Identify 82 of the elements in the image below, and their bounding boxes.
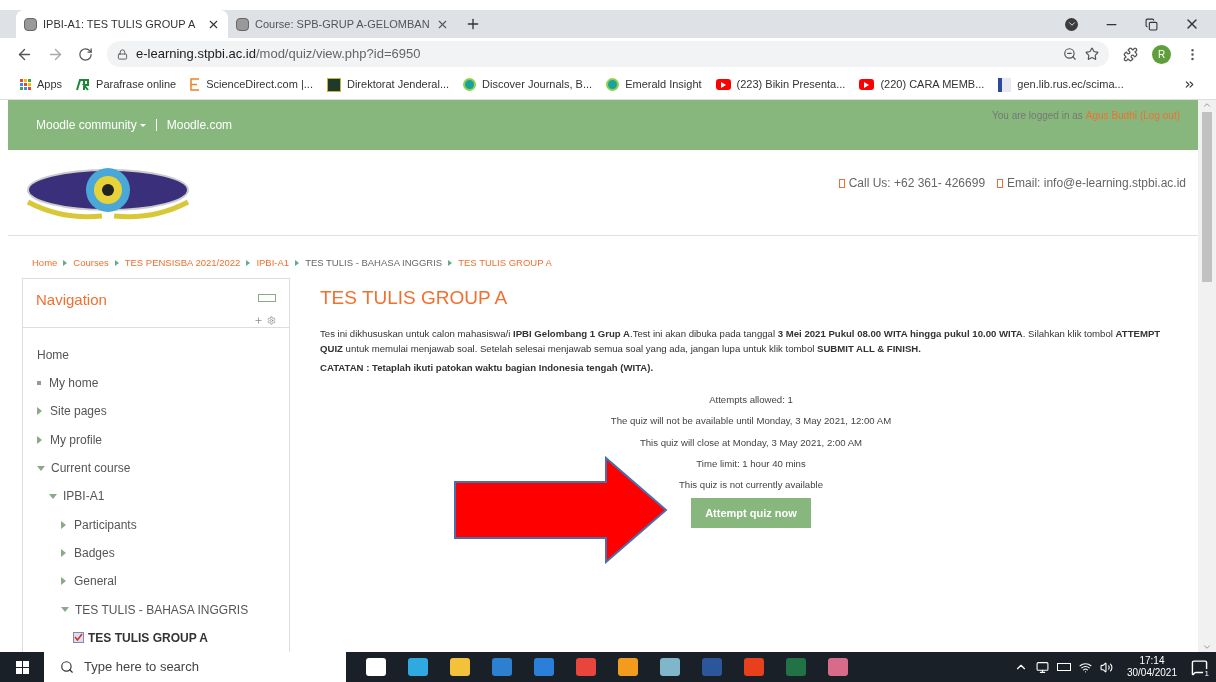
scrollbar-track[interactable] [1198,100,1216,652]
page-icon [24,17,37,31]
bookmark[interactable]: (220) CARA MEMB... [859,76,985,93]
nav-link[interactable]: General [74,572,117,591]
leaf-logo-icon [606,78,620,91]
missing-glyph-icon [838,178,845,188]
quiz-info: The quiz will not be available until Monday, 3 May 2021, 12:00 AM [610,414,892,429]
extensions-icon[interactable] [1123,46,1138,62]
play-logo-icon [859,79,875,90]
dock-icon[interactable] [258,294,276,302]
tab-title: Course: SPB-GRUP A-GELOMBAN [255,16,430,32]
separator-icon [295,260,300,266]
tab-search-icon[interactable] [1065,17,1078,31]
battery-icon[interactable] [1056,663,1071,671]
missing-glyph-icon [997,178,1004,188]
url-text: e-learning.stpbi.ac.id/mod/quiz/view.php?id=6950 [136,45,421,64]
nav-link[interactable]: Home [37,345,69,364]
separator-icon [114,260,119,266]
leaf-logo-icon [463,78,477,91]
nav-link[interactable]: My home [49,374,99,393]
page-icon [236,17,249,31]
nav-link[interactable]: Site pages [50,402,107,421]
volume-icon[interactable] [1099,660,1113,674]
nav-link[interactable]: Badges [74,543,115,562]
contact-info: Call Us: +62 361- 426699 [848,175,986,192]
windows-start-icon[interactable] [15,660,29,674]
wifi-icon[interactable] [1078,660,1092,674]
quiz-note: CATATAN : Tetaplah ikuti patokan waktu bagian Indonesia tengah (WITA). [320,360,655,375]
nav-link[interactable]: TES TULIS - BAHASA INGGRIS [75,600,249,619]
zoom-out-icon[interactable] [1063,47,1077,61]
caret-icon [139,123,146,127]
nav-link[interactable]: Current course [51,459,131,478]
star-icon[interactable] [1085,47,1099,61]
bookmark[interactable]: Parafrase online [76,76,177,93]
nav-link[interactable]: TES TULIS GROUP A [88,628,208,647]
bookmark[interactable]: Discover Journals, B... [463,76,593,93]
quiz-icon [73,632,84,644]
emblem-icon [326,77,341,92]
quiz-description: Tes ini dikhususkan untuk calon mahasiswa/i IPBI Gelombang 1 Grup A.Test ini akan dibuka pada tanggal 3 Mei 2021 Pukul 08.00 WITA hingga pukul 10.00 WITA. Silahkan klik tombol ATTEMPT QUIZ untuk memulai menjawab soal. Setelah selesai menjawab semua soal yang ada, jangan lupa untuk klik tombol SUBMIT ALL & FINISH. [320,326,1162,356]
quiz-info: This quiz will close at Monday, 3 May 2021, 2:00 AM [639,435,863,450]
clock-date[interactable]: 30/04/2021 [1126,667,1177,679]
taskbar-search-field[interactable]: Type here to search [44,652,346,682]
login-info-text: You are logged in as [992,109,1083,123]
quiz-info: Time limit: 1 hour 40 mins [696,457,806,472]
pr-logo-icon [76,78,91,91]
reload-icon[interactable] [78,46,93,62]
nav-link[interactable]: My profile [50,430,102,449]
bookmark[interactable]: (223) Bikin Presenta... [715,76,846,93]
search-icon [60,660,74,674]
restore-icon[interactable] [1145,17,1158,31]
notification-count: 1 [1202,668,1211,679]
lock-icon [117,48,128,60]
e-logo-icon [190,78,201,91]
notification-icon[interactable] [1191,658,1208,676]
separator-icon [246,260,251,266]
nav-link[interactable]: IPBI-A1 [63,487,105,506]
play-logo-icon [715,79,731,90]
separator-icon [63,260,68,266]
bullet-icon [37,381,41,386]
separator-icon [448,260,453,266]
breadcrumb-item: TES TULIS - BAHASA INGGRIS [305,255,443,270]
nav-link[interactable]: Participants [74,515,137,534]
block-title: Navigation [36,290,107,310]
clock-time[interactable]: 17:14 [1139,655,1165,667]
quiz-info: This quiz is not currently available [679,478,823,493]
monitor-icon[interactable] [1035,660,1049,674]
quiz-title: TES TULIS GROUP A [320,286,509,310]
scrollbar-thumb[interactable] [1202,112,1212,282]
apps-shortcut[interactable]: Apps [20,76,63,93]
bookmark[interactable]: Direktorat Jenderal... [326,76,450,93]
browser-tab[interactable]: IPBI-A1: TES TULIS GROUP A [16,10,228,38]
bookmark[interactable]: gen.lib.rus.ec/scima... [998,76,1124,93]
book-stack-icon [998,77,1012,92]
quiz-info: Attempts allowed: 1 [709,392,793,407]
bookmark[interactable]: ScienceDirect.com |... [190,76,313,93]
more-bookmarks-icon[interactable] [1183,78,1196,91]
apps-grid-icon [20,79,31,90]
contact-info: Email: info@e-learning.stpbi.ac.id [1007,175,1186,192]
browser-tab[interactable]: Course: SPB-GRUP A-GELOMBAN [228,10,457,38]
address-bar[interactable]: e-learning.stpbi.ac.id/mod/quiz/view.php?id=6950 [107,41,1109,67]
tab-title: IPBI-A1: TES TULIS GROUP A [43,16,197,32]
bookmark[interactable]: Emerald Insight [606,76,702,93]
